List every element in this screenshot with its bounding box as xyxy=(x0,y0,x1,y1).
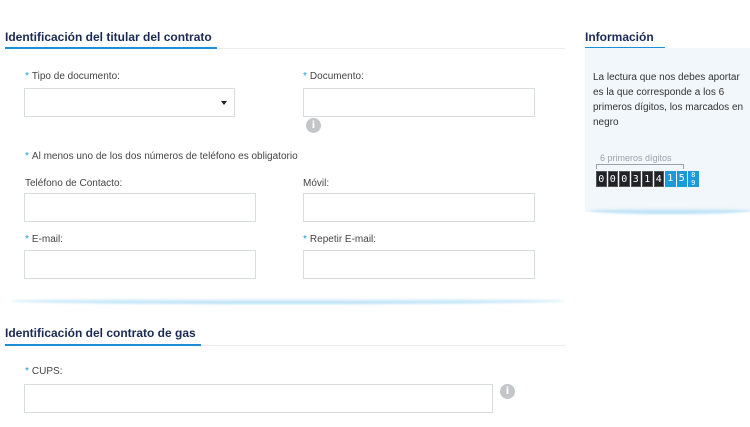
digits-caption: 6 primeros dígitos xyxy=(600,153,672,163)
holder-section-shadow xyxy=(10,298,565,304)
phone-input[interactable] xyxy=(25,194,255,221)
holder-title-underline xyxy=(5,47,217,49)
doc-type-select[interactable] xyxy=(24,88,235,117)
info-icon[interactable]: i xyxy=(306,118,321,133)
mobile-field[interactable] xyxy=(303,193,535,222)
email-field[interactable] xyxy=(24,250,256,279)
gas-section-title: Identificación del contrato de gas xyxy=(5,326,196,340)
meter-digit: 0 xyxy=(619,171,630,187)
email-label: * E-mail: xyxy=(25,234,64,245)
cups-input[interactable] xyxy=(25,385,492,412)
gas-title-underline xyxy=(5,344,201,346)
info-panel-text: La lectura que nos debes aportar es la q… xyxy=(593,72,744,128)
holder-section-title: Identificación del titular del contrato xyxy=(5,30,212,44)
chevron-down-icon xyxy=(221,101,227,105)
digits-bracket xyxy=(596,164,684,169)
fraction-top: 8 xyxy=(691,171,696,179)
repeat-email-label: * Repetir E-mail: xyxy=(303,234,377,245)
email-input[interactable] xyxy=(25,251,255,278)
document-input[interactable] xyxy=(304,89,534,116)
doc-type-label: * Tipo de documento: xyxy=(25,71,120,82)
repeat-email-input[interactable] xyxy=(304,251,534,278)
meter-decimal-digit: 5 xyxy=(676,171,687,187)
fraction-bottom: 9 xyxy=(691,179,696,187)
meter-reading: 0 0 0 3 1 4 1 5 8 9 xyxy=(596,171,699,187)
meter-digit: 4 xyxy=(653,171,664,187)
cups-info-icon[interactable]: i xyxy=(500,384,515,399)
info-panel-title: Información xyxy=(585,30,654,44)
phone-note: * Al menos uno de los dos números de telé… xyxy=(25,151,298,162)
cups-field[interactable] xyxy=(24,384,493,413)
meter-fraction-digit: 8 9 xyxy=(688,171,699,187)
meter-decimal-digit: 1 xyxy=(665,171,676,187)
meter-digit: 3 xyxy=(630,171,641,187)
document-label: * Documento: xyxy=(303,71,364,82)
cups-label: * CUPS: xyxy=(25,366,63,377)
repeat-email-field[interactable] xyxy=(303,250,535,279)
meter-digit: 1 xyxy=(642,171,653,187)
document-field[interactable] xyxy=(303,88,535,117)
mobile-input[interactable] xyxy=(304,194,534,221)
phone-label: Teléfono de Contacto: xyxy=(25,178,123,189)
mobile-label: Móvil: xyxy=(303,178,330,189)
meter-digit: 0 xyxy=(596,171,607,187)
meter-digit: 0 xyxy=(607,171,618,187)
phone-field[interactable] xyxy=(24,193,256,222)
info-panel-shadow xyxy=(590,208,750,214)
